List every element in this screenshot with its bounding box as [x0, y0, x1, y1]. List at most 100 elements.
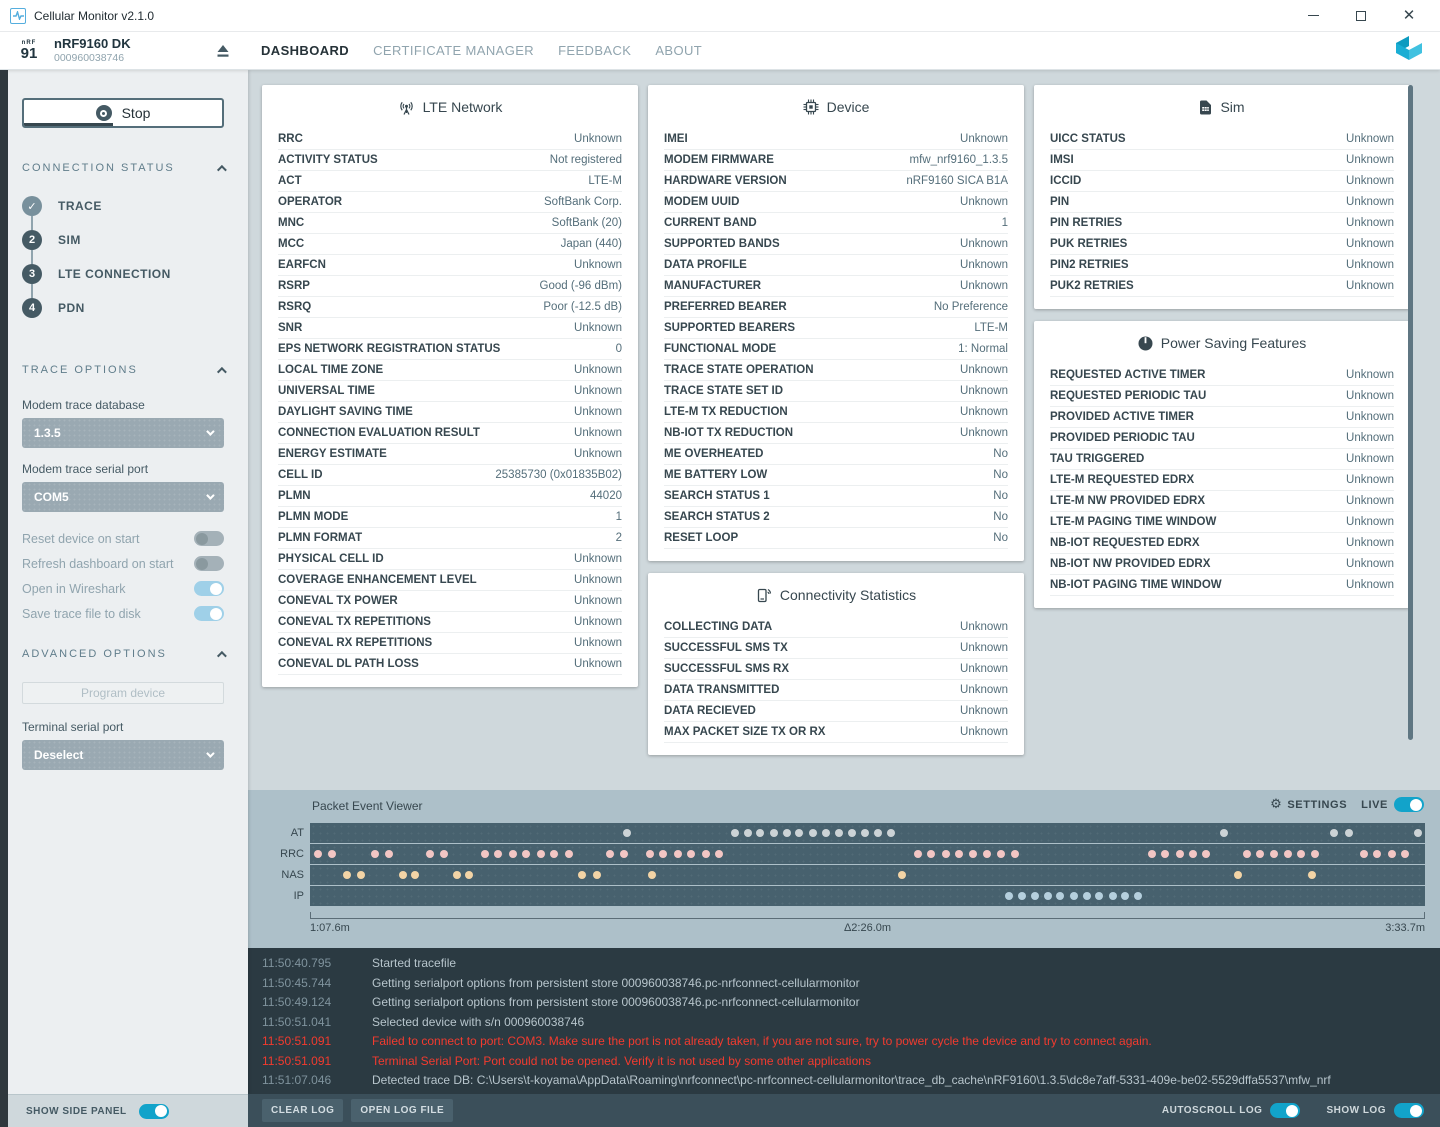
eject-icon[interactable] — [212, 40, 234, 62]
info-row: CONEVAL DL PATH LOSS Unknown — [278, 654, 622, 675]
open-in-wireshark-toggle[interactable] — [194, 581, 224, 596]
info-row-label: CONNECTION EVALUATION RESULT — [278, 427, 480, 439]
packet-lane-ip[interactable] — [310, 886, 1425, 906]
save-trace-file-to-disk-toggle[interactable] — [194, 606, 224, 621]
live-toggle[interactable] — [1394, 797, 1424, 812]
info-row-label: CURRENT BAND — [664, 217, 757, 229]
chevron-down-icon — [206, 749, 214, 757]
info-row: SUPPORTED BEARERS LTE-M — [664, 318, 1008, 339]
info-row-value: Unknown — [960, 705, 1008, 717]
info-row-label: CONEVAL TX POWER — [278, 595, 398, 607]
packet-dot — [1373, 850, 1381, 858]
dashboard-content: LTE Network RRC Unknown ACTIVITY STATUS … — [248, 70, 1440, 790]
info-row: SUPPORTED BANDS Unknown — [664, 234, 1008, 255]
packet-dot — [874, 829, 882, 837]
info-row: LTE-M TX REDUCTION Unknown — [664, 402, 1008, 423]
modem-trace-database-label: Modem trace database — [22, 398, 224, 412]
info-row-value: Unknown — [574, 574, 622, 586]
packet-event-viewer-title: Packet Event Viewer — [312, 799, 423, 813]
info-row-value: Unknown — [960, 427, 1008, 439]
nordic-logo[interactable] — [1394, 36, 1424, 65]
packet-dot — [1056, 892, 1064, 900]
packet-dot — [848, 829, 856, 837]
info-row-value: Not registered — [550, 154, 622, 166]
packet-dot — [1256, 850, 1264, 858]
modem-trace-serial-port-label: Modem trace serial port — [22, 462, 224, 476]
info-row-value: Unknown — [574, 385, 622, 397]
terminal-serial-port-select[interactable]: Deselect — [22, 740, 224, 770]
advanced-options-header[interactable]: ADVANCED OPTIONS — [22, 648, 224, 660]
connection-status-header[interactable]: CONNECTION STATUS — [22, 162, 224, 174]
footer-side-panel-bar: SHOW SIDE PANEL — [0, 1094, 248, 1127]
info-row: MNC SoftBank (20) — [278, 213, 622, 234]
packet-dot — [731, 829, 739, 837]
toggle-label: Open in Wireshark — [22, 582, 126, 596]
record-icon — [96, 105, 112, 121]
settings-button[interactable]: ⚙ SETTINGS — [1270, 797, 1347, 812]
step-badge-icon: 2 — [22, 230, 42, 250]
info-row: IMSI Unknown — [1050, 150, 1394, 171]
tab-certificate-manager[interactable]: CERTIFICATE MANAGER — [373, 33, 534, 68]
packet-lanes[interactable] — [310, 823, 1425, 907]
info-row-label: RSRP — [278, 280, 310, 292]
tab-about[interactable]: ABOUT — [655, 33, 702, 68]
trace-options-header[interactable]: TRACE OPTIONS — [22, 364, 224, 376]
log-line: 11:50:49.124 Getting serialport options … — [262, 995, 1440, 1015]
device-serial: 000960038746 — [54, 52, 131, 64]
info-row-label: PLMN MODE — [278, 511, 348, 523]
info-row-label: MNC — [278, 217, 304, 229]
log-panel[interactable]: 11:50:40.795 Started tracefile 11:50:45.… — [248, 948, 1440, 1094]
packet-dot — [1311, 850, 1319, 858]
show-log-label: SHOW LOG — [1326, 1105, 1386, 1116]
vertical-scrollbar[interactable] — [1408, 85, 1413, 740]
info-row: RSRQ Poor (-12.5 dB) — [278, 297, 622, 318]
packet-lane-at[interactable] — [310, 823, 1425, 843]
packet-dot — [770, 829, 778, 837]
info-row-value: Unknown — [960, 621, 1008, 633]
packet-dot — [1270, 850, 1278, 858]
packet-lane-rrc[interactable] — [310, 844, 1425, 864]
close-icon[interactable]: ✕ — [1402, 9, 1416, 23]
info-row-value: Unknown — [960, 364, 1008, 376]
card-title: Sim — [1050, 99, 1394, 115]
modem-trace-database-select[interactable]: 1.3.5 — [22, 418, 224, 448]
reset-device-on-start-toggle[interactable] — [194, 531, 224, 546]
lane-label-nas: NAS — [248, 865, 304, 886]
stop-button[interactable]: Stop — [22, 98, 224, 128]
info-row-value: Unknown — [1346, 558, 1394, 570]
packet-dot — [494, 850, 502, 858]
info-row-label: PROVIDED PERIODIC TAU — [1050, 432, 1195, 444]
program-device-button[interactable]: Program device — [22, 682, 224, 704]
modem-trace-serial-port-select[interactable]: COM5 — [22, 482, 224, 512]
tab-feedback[interactable]: FEEDBACK — [558, 33, 631, 68]
info-row-label: REQUESTED ACTIVE TIMER — [1050, 369, 1205, 381]
info-row-label: PUK2 RETRIES — [1050, 280, 1134, 292]
toggle-row: Save trace file to disk — [22, 601, 224, 626]
packet-dot — [861, 829, 869, 837]
packet-dot — [1189, 850, 1197, 858]
info-row: PROVIDED PERIODIC TAU Unknown — [1050, 428, 1394, 449]
minimize-icon[interactable] — [1306, 9, 1320, 23]
autoscroll-log-toggle[interactable] — [1270, 1103, 1300, 1118]
tab-dashboard[interactable]: DASHBOARD — [261, 33, 349, 68]
app-icon — [10, 8, 26, 24]
packet-dot — [1388, 850, 1396, 858]
show-log-toggle[interactable] — [1394, 1103, 1424, 1118]
refresh-dashboard-on-start-toggle[interactable] — [194, 556, 224, 571]
info-row-value: No — [993, 448, 1008, 460]
open-log-file-button[interactable]: OPEN LOG FILE — [351, 1099, 453, 1122]
device-selector[interactable]: nRF 91 nRF9160 DK 000960038746 — [0, 32, 248, 69]
info-row: DATA PROFILE Unknown — [664, 255, 1008, 276]
packet-lane-nas[interactable] — [310, 865, 1425, 885]
clear-log-button[interactable]: CLEAR LOG — [262, 1099, 343, 1122]
show-side-panel-toggle[interactable] — [139, 1104, 169, 1119]
packet-dot — [620, 850, 628, 858]
maximize-icon[interactable] — [1354, 9, 1368, 23]
show-side-panel-label: SHOW SIDE PANEL — [26, 1106, 127, 1117]
packet-dot — [411, 871, 419, 879]
info-row-label: MANUFACTURER — [664, 280, 761, 292]
card-column-2: Device IMEI Unknown MODEM FIRMWARE mfw_n… — [648, 85, 1024, 790]
info-row: OPERATOR SoftBank Corp. — [278, 192, 622, 213]
info-row: CELL ID 25385730 (0x01835B02) — [278, 465, 622, 486]
info-row-label: ACTIVITY STATUS — [278, 154, 378, 166]
